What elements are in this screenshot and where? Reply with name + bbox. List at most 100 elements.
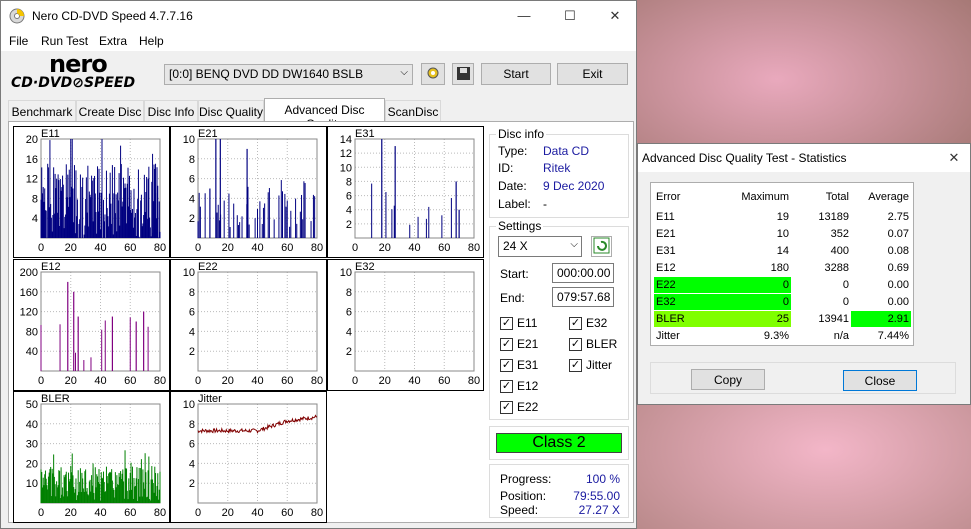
class-badge: Class 2 [496, 433, 622, 453]
tab-strip: Benchmark Create Disc Disc Info Disc Qua… [8, 98, 634, 131]
x-tick-label: 40 [94, 375, 106, 387]
checkbox-jitter[interactable]: ✓ [569, 359, 582, 372]
position-label: Position: [500, 489, 547, 503]
copy-button[interactable]: Copy [691, 369, 765, 390]
menu-file[interactable]: File [9, 34, 28, 48]
drive-config-button[interactable] [421, 63, 445, 85]
checkbox-label-e12: E12 [517, 379, 539, 393]
x-tick-label: 60 [438, 242, 450, 254]
tab-advanced-disc-quality[interactable]: Advanced Disc Quality [264, 98, 385, 131]
chart-title: Jitter [198, 393, 222, 405]
checkbox-e31[interactable]: ✓ [500, 359, 513, 372]
checkbox-label-e11: E11 [517, 316, 538, 330]
disc-info-heading: Disc info [496, 127, 547, 141]
y-tick-label: 40 [26, 346, 38, 358]
chart-bler: BLER 0 20 40 60 80 50 40 30 20 10 [13, 391, 170, 523]
menu-run-test[interactable]: Run Test [41, 34, 88, 48]
y-tick-label: 2 [346, 346, 352, 358]
tab-scandisc[interactable]: ScanDisc [385, 100, 441, 121]
x-tick-label: 60 [124, 375, 136, 387]
checkbox-e12[interactable]: ✓ [500, 380, 513, 393]
disc-id-value: Ritek [543, 161, 571, 175]
disc-date-label: Date: [498, 179, 527, 193]
checkbox-label-bler: BLER [586, 337, 618, 351]
stats-header: Average [868, 191, 909, 203]
stats-cell: E31 [656, 245, 676, 257]
chart-title: E12 [41, 261, 61, 273]
x-tick-label: 40 [251, 375, 263, 387]
checkbox-e32[interactable]: ✓ [569, 317, 582, 330]
exit-button[interactable]: Exit [557, 63, 628, 85]
tab-benchmark[interactable]: Benchmark [8, 100, 76, 121]
save-button[interactable] [452, 63, 474, 85]
checkbox-bler[interactable]: ✓ [569, 338, 582, 351]
y-tick-label: 14 [340, 134, 352, 146]
x-tick-label: 0 [352, 242, 358, 254]
y-tick-label: 120 [20, 307, 38, 319]
y-tick-label: 80 [26, 326, 38, 338]
close-button[interactable]: ✕ [592, 1, 638, 31]
floppy-disk-icon [457, 67, 470, 80]
chart-title: E22 [198, 261, 218, 273]
speed-select[interactable]: 24 X ⌵ [498, 236, 582, 257]
drive-select[interactable]: [0:0] BENQ DVD DD DW1640 BSLB ⌵ [164, 64, 413, 85]
y-tick-label: 2 [189, 346, 195, 358]
y-tick-label: 20 [26, 458, 38, 470]
stats-cell: 0 [842, 296, 849, 308]
y-tick-label: 4 [346, 205, 352, 217]
stats-cell: E22 [656, 279, 676, 291]
y-tick-label: 8 [189, 419, 195, 431]
x-tick-label: 80 [468, 242, 480, 254]
stats-cell: 352 [830, 228, 849, 240]
jitter-line [197, 414, 318, 434]
y-tick-label: 8 [189, 287, 195, 299]
checkbox-e22[interactable]: ✓ [500, 401, 513, 414]
x-tick-label: 0 [38, 375, 44, 387]
checkbox-e21[interactable]: ✓ [500, 338, 513, 351]
minimize-button[interactable]: — [501, 1, 547, 31]
tab-create-disc[interactable]: Create Disc [76, 100, 144, 121]
chart-e11-svg: E11 0 20 40 60 80 20 16 12 8 4 [26, 128, 166, 254]
start-input[interactable]: 000:00.00 [552, 263, 614, 283]
checkbox-e11[interactable]: ✓ [500, 317, 513, 330]
chart-bler-svg: BLER 0 20 40 60 80 50 40 30 20 10 [26, 393, 166, 519]
menu-extra[interactable]: Extra [99, 34, 127, 48]
menu-help[interactable]: Help [139, 34, 164, 48]
x-tick-label: 20 [222, 242, 234, 254]
x-tick-label: 60 [281, 507, 293, 519]
tab-disc-info[interactable]: Disc Info [144, 100, 198, 121]
stats-header: Error [656, 191, 681, 203]
chart-jitter: Jitter 0 20 40 60 80 10 8 6 4 2 [170, 391, 327, 523]
close-dialog-button[interactable]: Close [843, 370, 917, 391]
statistics-close-x-button[interactable]: ✕ [938, 144, 970, 172]
y-tick-label: 6 [346, 191, 352, 203]
stats-cell: 0.69 [887, 262, 909, 274]
checkbox-label-e32: E32 [586, 316, 608, 330]
stats-cell: E21 [656, 228, 676, 240]
x-tick-label: 0 [195, 507, 201, 519]
start-button[interactable]: Start [481, 63, 551, 85]
maximize-button[interactable]: ☐ [547, 1, 593, 31]
y-tick-label: 4 [189, 326, 195, 338]
stats-cell: 2.75 [887, 211, 909, 223]
statistics-dialog: Advanced Disc Quality Test - Statistics … [637, 143, 971, 405]
chart-jitter-svg: Jitter 0 20 40 60 80 10 8 6 4 2 [183, 393, 323, 519]
y-tick-label: 4 [189, 193, 195, 205]
y-tick-label: 30 [26, 439, 38, 451]
end-input[interactable]: 079:57.68 [552, 287, 614, 307]
x-tick-label: 20 [65, 507, 77, 519]
disc-id-label: ID: [498, 161, 514, 175]
tab-disc-quality[interactable]: Disc Quality [198, 100, 264, 121]
chart-e22-svg: E22 0 20 40 60 80 10 8 6 4 2 [183, 261, 323, 387]
x-tick-label: 40 [94, 507, 106, 519]
x-tick-label: 80 [311, 242, 323, 254]
chart-e12: E12 0 20 40 60 80 200 160 120 80 40 [13, 259, 170, 391]
statistics-title-bar: Advanced Disc Quality Test - Statistics … [638, 144, 970, 172]
x-tick-label: 60 [281, 242, 293, 254]
checkbox-label-e31: E31 [517, 358, 539, 372]
disc-info-group: Disc info Type: Data CD ID: Ritek Date: … [489, 127, 629, 218]
chart-e21: E21 0 20 40 60 80 10 8 6 4 2 [170, 126, 327, 258]
chevron-down-icon: ⌵ [570, 239, 578, 250]
refresh-button[interactable] [591, 236, 612, 257]
disc-label-label: Label: [498, 197, 531, 211]
